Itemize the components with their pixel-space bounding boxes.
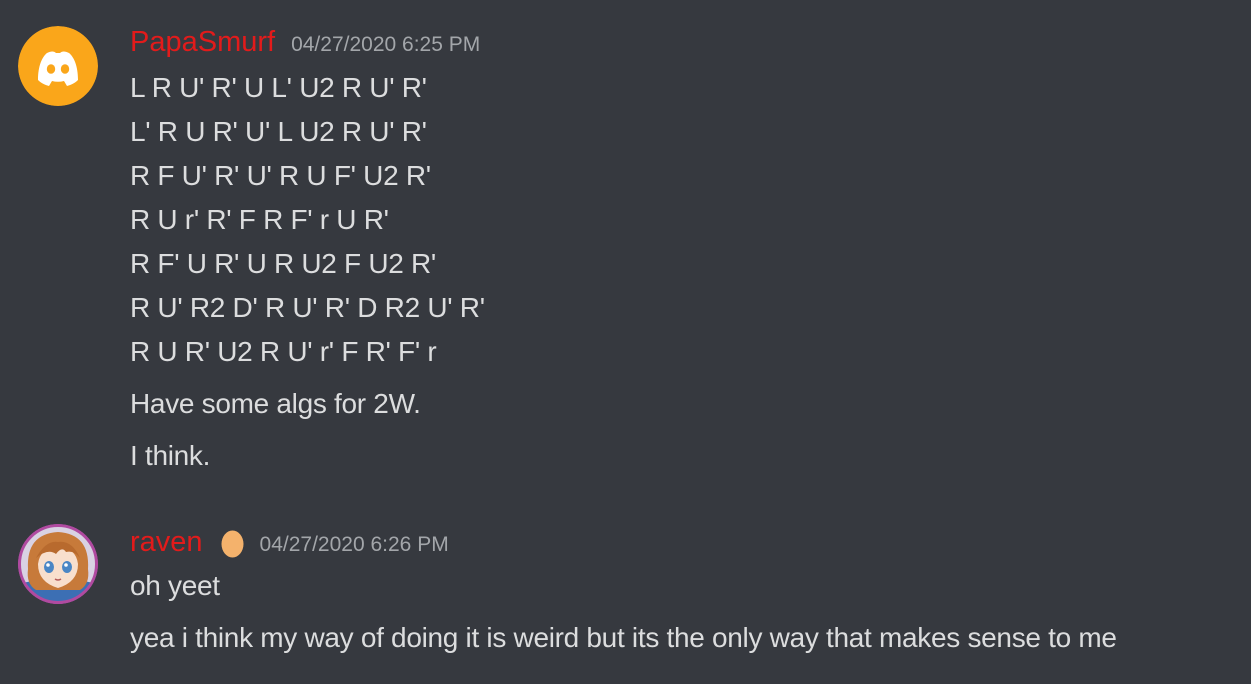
message-line: R U' R2 D' R U' R' D R2 U' R' [130,292,485,323]
anime-girl-avatar-icon [18,524,98,604]
message-line: I think. [130,440,211,471]
avatar[interactable] [18,524,98,604]
message-line: oh yeet [130,570,220,601]
message-line: R U R' U2 R U' r' F R' F' r [130,336,437,367]
message-line: R F' U R' U R U2 F U2 R' [130,248,436,279]
username[interactable]: raven [130,526,203,559]
message-line: yea i think my way of doing it is weird … [130,622,1117,653]
message-line: Have some algs for 2W. [130,388,421,419]
discord-logo-icon [18,26,98,106]
avatar[interactable] [18,26,98,106]
message-line: L' R U R' U' L U2 R U' R' [130,116,427,147]
message-header: PapaSmurf 04/27/2020 6:25 PM [130,26,480,59]
message-header: raven 04/27/2020 6:26 PM [130,526,449,559]
message-line: L R U' R' U L' U2 R U' R' [130,72,427,103]
timestamp[interactable]: 04/27/2020 6:26 PM [260,533,449,557]
message-line: R U r' R' F R F' r U R' [130,204,389,235]
username[interactable]: PapaSmurf [130,26,275,59]
egg-icon [221,530,244,557]
timestamp[interactable]: 04/27/2020 6:25 PM [291,33,480,57]
message-line: R F U' R' U' R U F' U2 R' [130,160,431,191]
